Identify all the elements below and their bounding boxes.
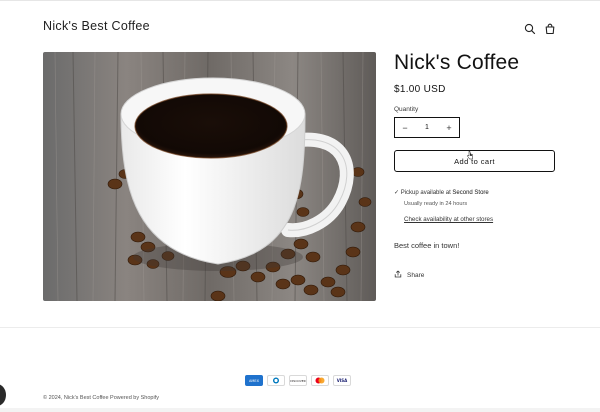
- pickup-availability: ✓ Pickup available at Second Store: [394, 189, 489, 196]
- quantity-increase-button[interactable]: +: [439, 123, 459, 133]
- diners-club-icon: [267, 375, 285, 386]
- chat-widget-button[interactable]: [0, 384, 6, 406]
- product-price: $1.00 USD: [394, 84, 446, 95]
- product-image[interactable]: [43, 52, 376, 301]
- footer-divider: [0, 327, 600, 328]
- product-title: Nick's Coffee: [394, 51, 520, 74]
- amex-icon: AMEX: [245, 375, 263, 386]
- pickup-location: Second Store: [452, 190, 489, 196]
- quantity-stepper: − 1 +: [394, 117, 460, 138]
- payment-icons: AMEX DISCOVER VISA: [245, 375, 351, 386]
- quantity-label: Quantity: [394, 106, 419, 113]
- store-name-link[interactable]: Nick's Best Coffee: [43, 19, 150, 33]
- quantity-input[interactable]: 1: [415, 124, 439, 131]
- quantity-decrease-button[interactable]: −: [395, 123, 415, 133]
- mouse-cursor-icon: [467, 150, 473, 160]
- share-button[interactable]: Share: [394, 270, 424, 280]
- add-to-cart-button[interactable]: Add to cart: [394, 150, 555, 172]
- product-description: Best coffee in town!: [394, 241, 460, 250]
- share-label: Share: [407, 271, 425, 279]
- footer-copyright: © 2024, Nick's Best Coffee Powered by Sh…: [43, 395, 159, 401]
- visa-icon: VISA: [333, 375, 351, 386]
- pickup-ready-time: Usually ready in 24 hours: [404, 201, 468, 207]
- coffee-cup-illustration: [43, 52, 376, 301]
- discover-icon: DISCOVER: [289, 375, 307, 386]
- share-icon: [394, 270, 402, 280]
- mastercard-icon: [311, 375, 329, 386]
- pickup-prefix: Pickup available at: [400, 190, 451, 196]
- check-availability-link[interactable]: Check availability at other stores: [404, 216, 493, 223]
- site-header: Nick's Best Coffee: [0, 0, 600, 58]
- bottom-edge: [0, 408, 600, 412]
- check-icon: ✓: [394, 190, 400, 196]
- cart-icon[interactable]: [543, 22, 557, 36]
- search-icon[interactable]: [523, 22, 537, 36]
